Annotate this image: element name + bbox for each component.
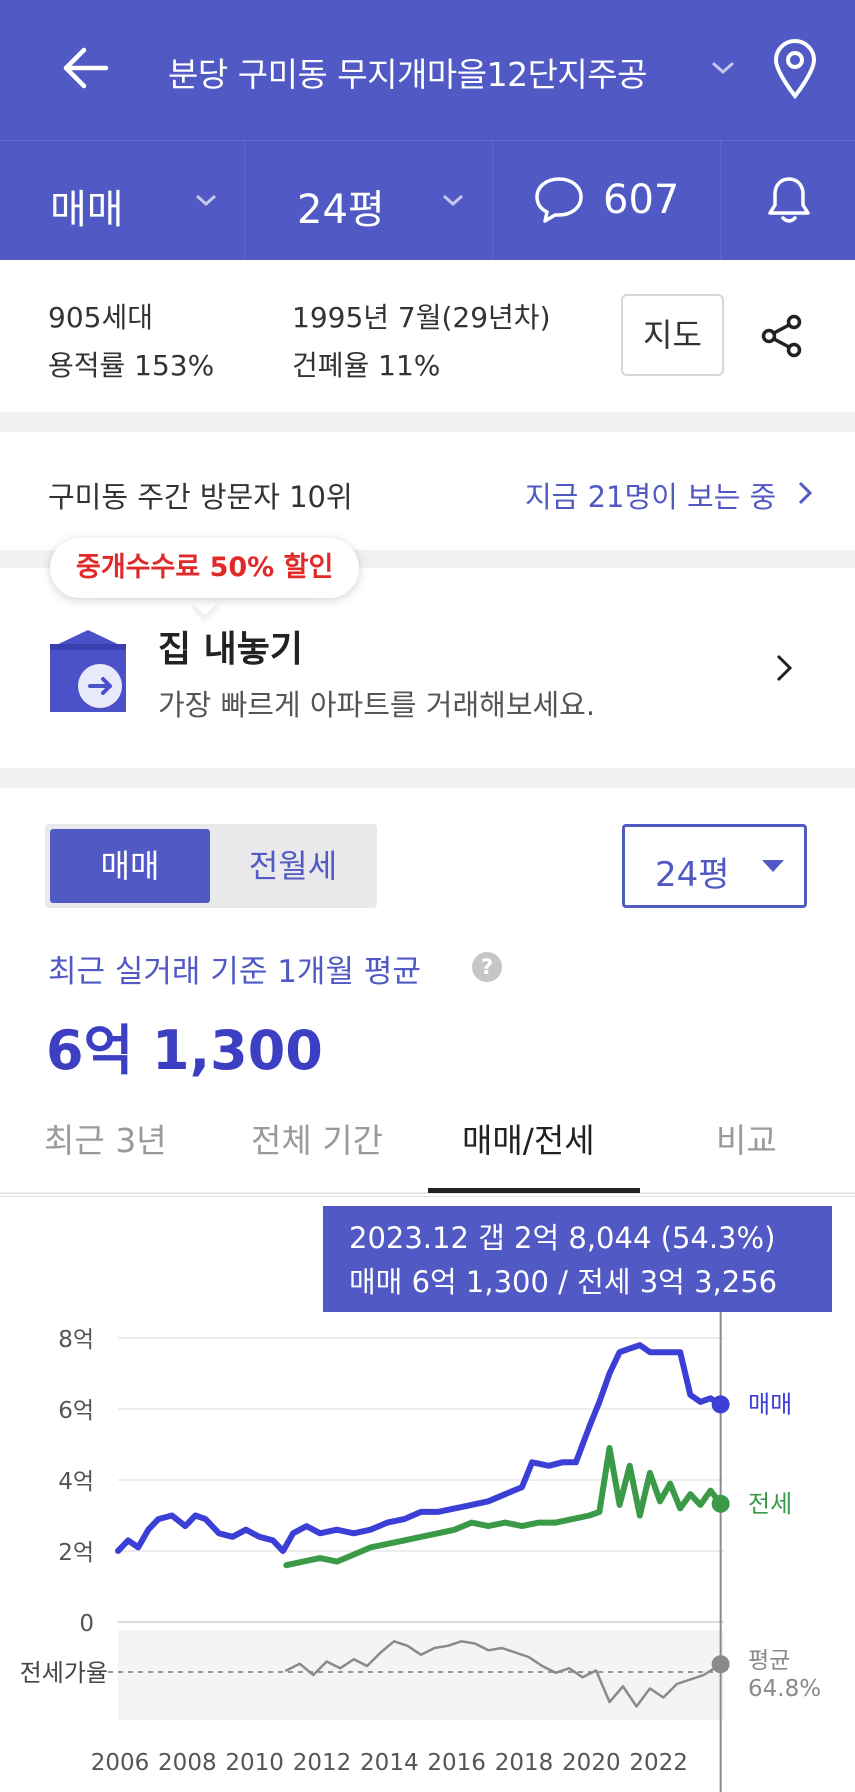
x-tick-label: 2012 xyxy=(293,1750,352,1776)
ratio-marker xyxy=(711,1655,730,1674)
sale-marker xyxy=(711,1395,730,1414)
y-tick-label: 2억 xyxy=(58,1540,94,1566)
sell-home-banner[interactable]: 중개수수료 50% 할인 집 내놓기 가장 빠르게 아파트를 거래해보세요. xyxy=(0,538,855,768)
filter-bar: 매매 24평 607 xyxy=(0,140,855,261)
share-icon[interactable] xyxy=(760,314,804,358)
y-tick-label: 8억 xyxy=(58,1327,94,1353)
ratio-avg-value: 64.8% xyxy=(748,1676,821,1702)
sale-series-label: 매매 xyxy=(748,1390,792,1418)
comments-button[interactable]: 607 xyxy=(493,141,721,261)
x-tick-label: 2022 xyxy=(629,1750,688,1776)
comment-count: 607 xyxy=(603,177,680,223)
size-select[interactable]: 24평 xyxy=(245,141,493,261)
x-tick-label: 2008 xyxy=(158,1750,217,1776)
x-tick-label: 2020 xyxy=(562,1750,621,1776)
deal-type-label: 매매 xyxy=(50,187,124,233)
floor-area-ratio: 용적률 153% xyxy=(48,349,215,382)
tab-compare[interactable]: 비교 xyxy=(716,1114,777,1162)
y-tick-label: 4억 xyxy=(58,1469,94,1495)
sell-title: 집 내놓기 xyxy=(158,629,304,670)
avg-price: 6억 1,300 xyxy=(46,1019,323,1082)
watching-now[interactable]: 지금 21명이 보는 중 xyxy=(525,474,776,516)
y-tick-label: 0 xyxy=(79,1611,94,1637)
discount-badge: 중개수수료 50% 할인 xyxy=(50,538,360,598)
sale-line xyxy=(115,1342,724,1554)
section-divider xyxy=(0,412,855,432)
ratio-band xyxy=(118,1630,724,1720)
map-pin-icon[interactable] xyxy=(772,38,818,100)
tooltip-gap: 2023.12 갭 2억 8,044 (54.3%) xyxy=(349,1221,776,1255)
map-button[interactable]: 지도 xyxy=(621,294,724,376)
x-tick-label: 2018 xyxy=(495,1750,554,1776)
jeonse-line xyxy=(283,1445,724,1569)
chevron-right-icon xyxy=(776,654,793,682)
bell-icon xyxy=(768,177,810,223)
chart-tooltip: 2023.12 갭 2억 8,044 (54.3%) 매매 6억 1,300 /… xyxy=(323,1206,832,1312)
chevron-down-icon xyxy=(443,194,463,207)
section-divider xyxy=(0,768,855,788)
sell-subtitle: 가장 빠르게 아파트를 거래해보세요. xyxy=(158,688,596,722)
size-label: 24평 xyxy=(297,187,385,233)
top-bar: 분당 구미동 무지개마을12단지주공 xyxy=(0,0,855,140)
toggle-rent[interactable]: 전월세 xyxy=(213,829,373,903)
jeonse-marker xyxy=(711,1494,730,1513)
tab-recent-3y[interactable]: 최근 3년 xyxy=(44,1114,167,1162)
tab-sale-jeonse[interactable]: 매매/전세 xyxy=(462,1114,595,1162)
chat-bubble-icon xyxy=(535,177,583,223)
x-tick-label: 2010 xyxy=(225,1750,284,1776)
chart-size-label: 24평 xyxy=(655,855,730,895)
complex-info: 905세대 용적률 153% 1995년 7월(29년차) 건폐율 11% 지도 xyxy=(0,260,855,412)
coverage-ratio: 건폐율 11% xyxy=(292,349,441,382)
chart-size-select[interactable]: 24평 xyxy=(622,824,807,908)
tab-all-period[interactable]: 전체 기간 xyxy=(251,1114,383,1162)
chevron-down-icon xyxy=(196,194,216,207)
notification-button[interactable] xyxy=(721,141,855,261)
deal-type-select[interactable]: 매매 xyxy=(0,141,245,261)
toggle-sale[interactable]: 매매 xyxy=(50,829,210,903)
chevron-down-icon[interactable] xyxy=(710,58,736,78)
dropdown-triangle-icon xyxy=(762,860,784,872)
active-tab-indicator xyxy=(428,1188,640,1193)
complex-title[interactable]: 분당 구미동 무지개마을12단지주공 xyxy=(168,48,648,96)
ratio-avg-title: 평균 xyxy=(748,1648,790,1674)
x-tick-label: 2014 xyxy=(360,1750,419,1776)
built-date: 1995년 7월(29년차) xyxy=(292,301,551,334)
help-icon[interactable]: ? xyxy=(472,952,502,982)
jeonse-series-label: 전세 xyxy=(748,1490,792,1518)
period-tabs: 최근 3년 전체 기간 매매/전세 비교 xyxy=(0,1088,855,1194)
x-tick-label: 2016 xyxy=(427,1750,486,1776)
tooltip-prices: 매매 6억 1,300 / 전세 3억 3,256 xyxy=(349,1265,778,1299)
chevron-right-icon xyxy=(798,481,813,505)
house-icon xyxy=(50,630,126,712)
visitor-rank: 구미동 주간 방문자 10위 xyxy=(48,480,353,514)
households: 905세대 xyxy=(48,301,153,334)
price-chart[interactable]: 0 2억 4억 6억 8억전세가율 2006 2008 2010 2012 2014 2016 201… xyxy=(0,1196,855,1792)
visitor-banner[interactable]: 구미동 주간 방문자 10위 지금 21명이 보는 중 xyxy=(0,432,855,550)
avg-label: 최근 실거래 기준 1개월 평균 xyxy=(48,954,421,990)
x-tick-label: 2006 xyxy=(91,1750,150,1776)
deal-toggle: 매매 전월세 xyxy=(45,824,377,908)
y-tick-label: 6억 xyxy=(58,1398,94,1424)
ratio-axis-label: 전세가율 xyxy=(20,1659,108,1687)
back-arrow-icon[interactable] xyxy=(58,40,114,96)
